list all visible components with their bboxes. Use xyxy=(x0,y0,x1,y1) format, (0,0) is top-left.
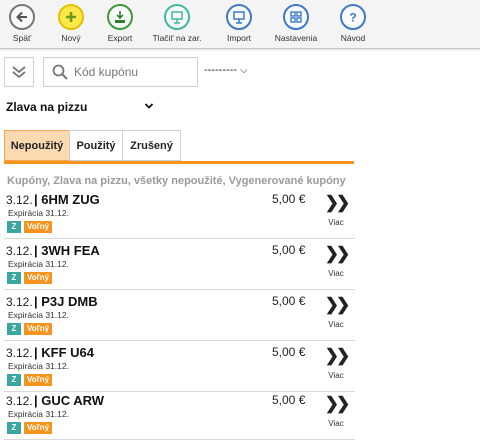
coupon-expiry: Expirácia 31.12. xyxy=(8,208,69,218)
toolbar: Späť Nový Export Tlačiť na zar. Import N… xyxy=(0,0,480,49)
coupon-date: 3.12. xyxy=(6,193,33,207)
more-button[interactable]: ❯❯ Viac xyxy=(322,193,351,228)
xlsx-export-icon xyxy=(107,4,133,30)
status-badge: Voľný xyxy=(24,221,53,233)
coupon-date: 3.12. xyxy=(6,346,33,360)
coupon-price: 5,00 € xyxy=(272,243,306,257)
tab-used-label: Použitý xyxy=(76,139,116,152)
double-chevron-right-icon: ❯❯ xyxy=(324,193,351,212)
double-chevron-right-icon: ❯❯ xyxy=(324,244,351,263)
more-label: Viac xyxy=(328,269,344,278)
more-label: Viac xyxy=(328,218,344,227)
more-button[interactable]: ❯❯ Viac xyxy=(322,295,351,330)
coupon-code: | GUC ARW xyxy=(34,393,105,408)
double-chevron-right-icon: ❯❯ xyxy=(324,295,351,314)
status-badge: Voľný xyxy=(24,272,53,284)
help-button[interactable]: ? Návod xyxy=(326,4,380,43)
coupon-search-box xyxy=(43,57,198,87)
z-badge: Z xyxy=(7,374,21,386)
export-button[interactable]: Export xyxy=(93,4,147,43)
status-badge: Voľný xyxy=(24,323,53,335)
z-badge: Z xyxy=(7,272,21,284)
more-button[interactable]: ❯❯ Viac xyxy=(322,394,351,429)
double-chevron-down-icon xyxy=(12,66,26,79)
back-button[interactable]: Späť xyxy=(0,4,49,43)
chevron-down-icon: ⌵ xyxy=(239,65,248,76)
coupon-row[interactable]: 3.12. | KFF U64 5,00 € Expirácia 31.12. … xyxy=(4,341,355,392)
tab-unused[interactable]: Nepoužitý xyxy=(4,130,70,161)
promotion-select-value: Zlava na pizzu xyxy=(6,100,88,114)
collapse-filters-button[interactable] xyxy=(4,57,34,87)
promotion-select[interactable]: Zlava na pizzu xyxy=(6,100,156,114)
export-button-label: Export xyxy=(107,33,133,43)
coupon-code: | KFF U64 xyxy=(34,345,94,360)
print-device-button-label: Tlačiť na zar. xyxy=(152,33,202,43)
import-button[interactable]: Import xyxy=(212,4,266,43)
chevron-down-icon xyxy=(144,103,154,109)
coupon-code: | 6HM ZUG xyxy=(34,192,100,207)
coupon-price: 5,00 € xyxy=(272,345,306,359)
coupon-date: 3.12. xyxy=(6,295,33,309)
more-label: Viac xyxy=(328,419,344,428)
back-arrow-icon xyxy=(9,4,35,30)
coupon-row[interactable]: 3.12. | P3J DMB 5,00 € Expirácia 31.12. … xyxy=(4,290,355,341)
coupon-code: | 3WH FEA xyxy=(34,243,100,258)
coupon-price: 5,00 € xyxy=(272,192,306,206)
plus-icon xyxy=(58,4,84,30)
coupon-search-input[interactable] xyxy=(74,63,192,81)
help-button-label: Návod xyxy=(340,33,366,43)
print-device-button[interactable]: Tlačiť na zar. xyxy=(150,4,204,43)
search-icon xyxy=(52,64,68,80)
coupon-date: 3.12. xyxy=(6,244,33,258)
coupon-row[interactable]: 3.12. | 3WH FEA 5,00 € Expirácia 31.12. … xyxy=(4,239,355,290)
settings-button[interactable]: Nastavenia xyxy=(269,4,323,43)
double-chevron-right-icon: ❯❯ xyxy=(324,394,351,413)
tab-unused-label: Nepoužitý xyxy=(10,139,64,152)
tab-used[interactable]: Použitý xyxy=(69,130,123,161)
coupon-price: 5,00 € xyxy=(272,393,306,407)
print-device-icon xyxy=(164,4,190,30)
new-button[interactable]: Nový xyxy=(44,4,98,43)
more-button[interactable]: ❯❯ Viac xyxy=(322,346,351,381)
more-label: Viac xyxy=(328,371,344,380)
new-button-label: Nový xyxy=(61,33,81,43)
coupon-code: | P3J DMB xyxy=(34,294,98,309)
settings-grid-icon xyxy=(283,4,309,30)
coupon-expiry: Expirácia 31.12. xyxy=(8,310,69,320)
coupon-row[interactable]: 3.12. | GUC ARW 5,00 € Expirácia 31.12. … xyxy=(4,389,355,440)
coupon-date: 3.12. xyxy=(6,394,33,408)
coupon-price: 5,00 € xyxy=(272,294,306,308)
filter-select-value: --------- xyxy=(204,64,237,76)
list-subtitle: Kupóny, Zlava na pizzu, všetky nepoužité… xyxy=(7,175,346,187)
coupon-expiry: Expirácia 31.12. xyxy=(8,259,69,269)
tab-cancelled[interactable]: Zrušený xyxy=(122,130,181,161)
back-button-label: Späť xyxy=(12,33,32,43)
filter-select[interactable]: --------- ⌵ xyxy=(204,64,248,76)
coupon-row[interactable]: 3.12. | 6HM ZUG 5,00 € Expirácia 31.12. … xyxy=(4,188,355,239)
tab-cancelled-label: Zrušený xyxy=(130,139,173,152)
import-button-label: Import xyxy=(226,33,252,43)
import-icon xyxy=(226,4,252,30)
coupon-expiry: Expirácia 31.12. xyxy=(8,361,69,371)
status-badge: Voľný xyxy=(24,422,53,434)
z-badge: Z xyxy=(7,221,21,233)
settings-button-label: Nastavenia xyxy=(274,33,318,43)
more-button[interactable]: ❯❯ Viac xyxy=(322,244,351,279)
more-label: Viac xyxy=(328,320,344,329)
svg-text:?: ? xyxy=(349,11,356,25)
tab-underline xyxy=(4,161,354,164)
status-badge: Voľný xyxy=(24,374,53,386)
double-chevron-right-icon: ❯❯ xyxy=(324,346,351,365)
z-badge: Z xyxy=(7,422,21,434)
z-badge: Z xyxy=(7,323,21,335)
help-icon: ? xyxy=(340,4,366,30)
